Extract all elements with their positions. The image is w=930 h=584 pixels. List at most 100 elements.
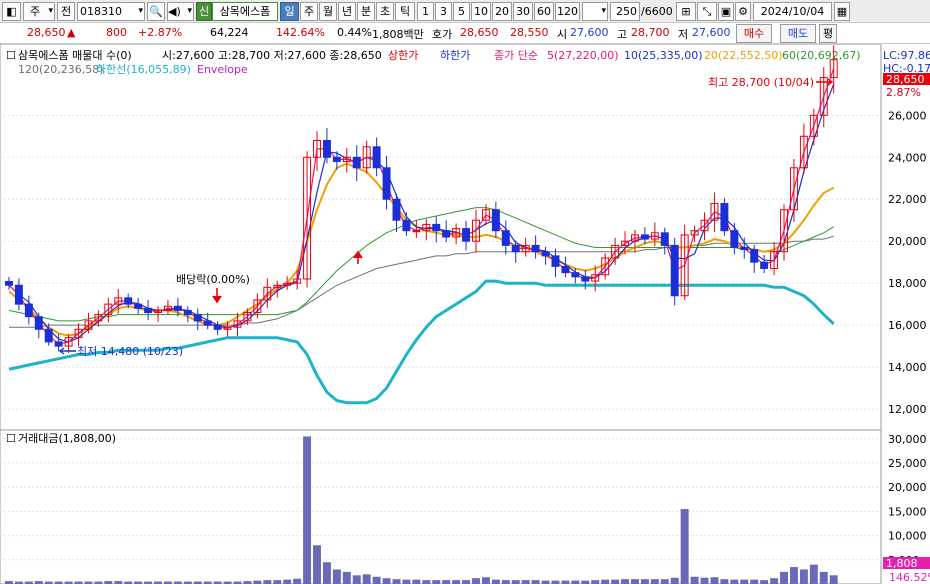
candle-body [412,230,421,233]
period-minute-button[interactable]: 분 [357,2,375,21]
candle-body [750,249,759,263]
candle-body [213,324,222,330]
volume-bar [362,574,371,584]
volume-tick-label: 25,000 [888,457,927,470]
volume-bar [253,580,262,584]
volume-bar [402,579,411,584]
volume-bar [313,545,321,584]
high-price: 28,700 [631,26,670,39]
volume-tick-label: 15,000 [888,505,927,518]
minute-20-button[interactable]: 20 [492,2,512,21]
legend-toggle-icon[interactable]: ☐ [6,49,16,62]
candle-body [183,309,192,316]
candle-body [432,223,441,232]
ask-label: 호가 [432,28,453,41]
legend-envelope: Envelope [197,63,248,76]
minute-3-button[interactable]: 3 [435,2,452,21]
legend-lower-band: 하한선(16,055,89) [96,62,191,76]
price-pane [0,44,882,431]
price-tick-label: 24,000 [888,151,927,164]
period-month-button[interactable]: 월 [319,2,337,21]
open-label: 시 [557,28,568,41]
price-chart[interactable]: ☐ 삼목에스폼 매물대 수(0) 시:27,600 고:28,700 저:27,… [0,44,930,584]
volume-bar [561,580,570,584]
legend-ma-type: 종가 단순 [494,49,538,62]
market-select[interactable]: 주 [23,2,55,21]
period-year-button[interactable]: 년 [338,2,356,21]
candle-body [44,328,53,343]
minute-5-button[interactable]: 5 [453,2,470,21]
candle-body [352,156,361,169]
period-day-button[interactable]: 일 [280,2,299,21]
count-input[interactable]: 250 [610,2,640,21]
minute-60-button[interactable]: 60 [534,2,554,21]
buy-button[interactable]: 매수 [736,24,772,43]
volume-bar [511,580,520,584]
candle-body [660,232,669,246]
candle-body [491,209,500,232]
volume-bar [452,580,461,584]
prev-button[interactable]: 전 [57,2,75,21]
stock-name-field[interactable]: 삼목에스폼 [212,2,278,21]
period-week-button[interactable]: 주 [300,2,318,21]
window-menu-icon[interactable]: ◧ [2,2,21,21]
volume-bar [740,579,749,584]
minute-1-button[interactable]: 1 [417,2,434,21]
stock-code-input[interactable]: 018310 [77,2,145,21]
volume-bar [581,580,590,584]
price-tick-label: 18,000 [888,277,927,290]
minute-30-button[interactable]: 30 [513,2,533,21]
volume-bar [283,579,292,584]
average-button[interactable]: 평 [819,24,837,43]
volume-bar [571,580,580,584]
minute-10-button[interactable]: 10 [471,2,491,21]
volume-bar [670,577,679,584]
candle-body [402,219,411,232]
candle-body [193,314,202,322]
chart-tools-icon[interactable]: ⤡ [697,2,717,21]
candle-body [4,280,13,286]
period-dropdown[interactable] [582,2,608,21]
price-tick-label: 20,000 [888,235,927,248]
volume-bar [481,577,490,584]
candle-body [203,320,212,326]
stock-code-value: 018310 [80,5,122,18]
volume-bar [640,579,649,584]
lc-label: LC:97.86 [883,49,930,62]
new-badge[interactable]: 신 [196,2,212,21]
volume-bar [819,571,828,584]
volume-bar [630,579,639,584]
market-select-value: 주 [29,5,41,18]
volume-toggle-icon[interactable]: ☐ [6,432,16,445]
price-tick-label: 16,000 [888,319,927,332]
sell-button[interactable]: 매도 [780,24,816,43]
save-icon[interactable]: ▣ [718,2,734,21]
volume-bar [799,569,808,584]
low-annotation: 최저 14,480 (10/23) [77,345,183,358]
price-tick-label: 22,000 [888,193,927,206]
volume-bar [829,575,838,584]
search-icon[interactable]: 🔍 [147,2,165,21]
quote-bar: 28,650 ▲ 800 +2.87% 64,224 142.64% 0.44%… [0,23,930,44]
period-second-button[interactable]: 초 [376,2,394,21]
volume-bar [432,580,441,584]
volume-ratio: 142.64% [276,26,325,39]
legend-ma20: 20(22,552,50) [704,49,783,62]
calendar-icon[interactable]: ▦ [834,2,850,21]
volume-bar [680,509,689,584]
candle-body [581,276,590,282]
chart-settings-icon[interactable]: ⊞ [676,2,696,21]
speaker-icon[interactable]: ◀) [167,2,194,21]
gear-icon[interactable]: ⚙ [735,2,751,21]
candle-body [24,303,33,318]
volume-pane [0,429,882,584]
date-input[interactable]: 2024/10/04 [753,2,832,21]
volume-bar [760,580,769,584]
legend-ma120: 120(20,236,58) [18,63,104,76]
open-price: 27,600 [570,26,609,39]
volume-bar [472,578,480,584]
period-tick-button[interactable]: 틱 [395,2,415,21]
legend-lower-limit: 하한가 [440,48,470,62]
minute-120-button[interactable]: 120 [555,2,580,21]
candle-body [640,234,649,240]
